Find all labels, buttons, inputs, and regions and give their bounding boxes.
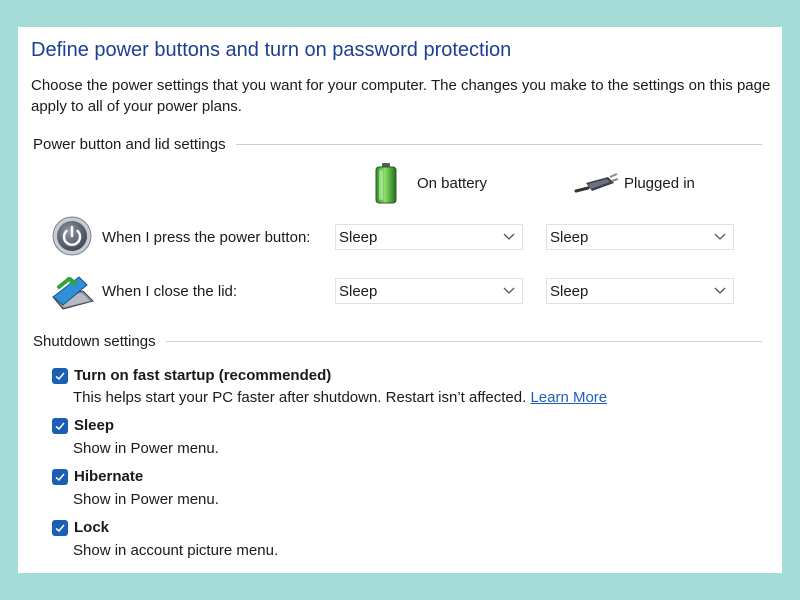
- shutdown-section-title: Shutdown settings: [33, 332, 156, 350]
- fast-startup-checkbox-row[interactable]: Turn on fast startup (recommended): [52, 367, 331, 384]
- lid-plugged-in-select[interactable]: Sleep: [546, 278, 734, 304]
- shutdown-section-header: Shutdown settings: [33, 331, 762, 351]
- hibernate-label: Hibernate: [74, 468, 144, 485]
- select-value: Sleep: [550, 282, 589, 300]
- lid-row-label: When I close the lid:: [102, 283, 238, 300]
- power-button-on-battery-select[interactable]: Sleep: [335, 224, 523, 250]
- lock-label: Lock: [74, 519, 110, 536]
- learn-more-link[interactable]: Learn More: [530, 389, 607, 406]
- laptop-lid-icon: [49, 271, 95, 311]
- sleep-checkbox[interactable]: [52, 417, 68, 434]
- chevron-down-icon: [713, 229, 727, 243]
- chevron-down-icon: [502, 229, 516, 243]
- select-value: Sleep: [339, 228, 378, 246]
- checkmark-icon: [55, 473, 65, 481]
- select-value: Sleep: [550, 228, 589, 246]
- page-title: Define power buttons and turn on passwor…: [31, 39, 512, 61]
- battery-icon: [375, 162, 397, 204]
- page-description: Choose the power settings that you want …: [31, 77, 771, 115]
- chevron-down-icon: [502, 283, 516, 297]
- power-plug-icon: [574, 169, 619, 197]
- sleep-description: Show in Power menu.: [73, 440, 219, 457]
- settings-panel: Define power buttons and turn on passwor…: [18, 27, 782, 573]
- fast-startup-description: This helps start your PC faster after sh…: [73, 389, 527, 406]
- hibernate-checkbox-row[interactable]: Hibernate: [52, 468, 143, 485]
- chevron-down-icon: [713, 283, 727, 297]
- section-divider: [235, 143, 762, 145]
- section-divider: [165, 340, 762, 342]
- power-section-title: Power button and lid settings: [33, 135, 226, 153]
- checkmark-icon: [55, 524, 65, 532]
- sleep-checkbox-row[interactable]: Sleep: [52, 417, 114, 434]
- select-value: Sleep: [339, 282, 378, 300]
- fast-startup-checkbox[interactable]: [52, 367, 68, 384]
- power-button-plugged-in-select[interactable]: Sleep: [546, 224, 734, 250]
- hibernate-description: Show in Power menu.: [73, 491, 219, 508]
- lock-checkbox[interactable]: [52, 519, 68, 536]
- checkmark-icon: [55, 372, 65, 380]
- fast-startup-description-line: This helps start your PC faster after sh…: [73, 389, 607, 406]
- lock-checkbox-row[interactable]: Lock: [52, 519, 109, 536]
- column-header-on-battery: On battery: [375, 162, 487, 204]
- column-header-plugged-in: Plugged in: [574, 169, 695, 197]
- power-button-row-label: When I press the power button:: [102, 229, 311, 246]
- fast-startup-label: Turn on fast startup (recommended): [74, 367, 332, 384]
- lock-description: Show in account picture menu.: [73, 542, 279, 559]
- checkmark-icon: [55, 422, 65, 430]
- column-label-on-battery: On battery: [417, 174, 488, 192]
- lid-on-battery-select[interactable]: Sleep: [335, 278, 523, 304]
- hibernate-checkbox[interactable]: [52, 468, 68, 485]
- sleep-label: Sleep: [74, 417, 115, 434]
- column-label-plugged-in: Plugged in: [624, 174, 695, 192]
- power-section-header: Power button and lid settings: [33, 134, 762, 154]
- power-button-icon: [52, 216, 92, 256]
